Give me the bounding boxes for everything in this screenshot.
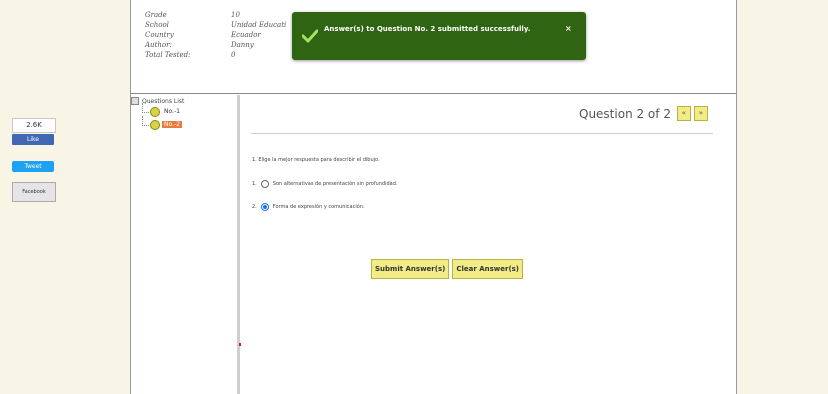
question-header: Question 2 of 2 « » (579, 106, 708, 121)
tree-item-question-2[interactable]: No.-2 (142, 116, 237, 131)
info-value: 10 (231, 11, 240, 19)
info-row-grade: Grade 10 (145, 10, 286, 20)
prev-question-button[interactable]: « (676, 106, 691, 121)
info-value: 0 (231, 51, 236, 59)
answer-option-2[interactable]: 2. Forma de expresión y comunicación. (252, 203, 365, 211)
status-dot-icon (150, 106, 160, 117)
option-number: 1. (252, 181, 257, 187)
info-row-school: School Unidad Educati (145, 20, 286, 30)
tree-item-question-1[interactable]: No.-1 (142, 103, 237, 118)
submit-answers-button[interactable]: Submit Answer(s) (371, 259, 450, 279)
facebook-like-count: 2.6K (12, 118, 56, 133)
question-text: 1. Elige la mejor respuesta para describ… (252, 157, 380, 163)
panel-divider[interactable] (237, 95, 240, 394)
option-text: Son alternativas de presentación sin pro… (272, 181, 398, 187)
header-divider (131, 93, 736, 94)
info-value: Danny (231, 41, 254, 49)
resize-marker (239, 343, 241, 346)
answer-radio-2[interactable] (260, 203, 269, 211)
quiz-panel: Grade 10 School Unidad Educati Country E… (130, 0, 737, 394)
option-number: 2. (252, 204, 257, 210)
clear-answers-button[interactable]: Clear Answer(s) (452, 259, 524, 279)
next-question-button[interactable]: » (693, 106, 708, 121)
info-label: Total Tested: (145, 51, 191, 59)
answer-radio-1[interactable] (260, 180, 269, 188)
tree-branch (142, 116, 149, 126)
social-share-panel: 2.6K Like Tweet Facebook (12, 118, 56, 202)
tree-branch (142, 103, 149, 113)
info-label: Country (145, 31, 174, 39)
info-value: Unidad Educati (231, 21, 287, 29)
status-dot-icon (150, 119, 160, 130)
success-toast: Answer(s) to Question No. 2 submitted su… (292, 12, 586, 60)
question-counter: Question 2 of 2 (579, 106, 671, 121)
info-label: School (145, 21, 169, 29)
info-row-country: Country Ecuador (145, 30, 286, 40)
quiz-info: Grade 10 School Unidad Educati Country E… (145, 10, 286, 60)
info-label: Grade (145, 11, 167, 19)
check-icon (301, 28, 319, 47)
tweet-button[interactable]: Tweet (12, 161, 54, 172)
facebook-share-button[interactable]: Facebook (12, 182, 56, 202)
toast-message: Answer(s) to Question No. 2 submitted su… (324, 25, 531, 33)
facebook-like-button[interactable]: Like (12, 134, 54, 145)
info-row-author: Author: Danny (145, 40, 286, 50)
info-value: Ecuador (231, 31, 261, 39)
answer-actions: Submit Answer(s) Clear Answer(s) (371, 259, 524, 279)
tree-item-label-selected[interactable]: No.-2 (162, 121, 182, 128)
tree-item-label[interactable]: No.-1 (162, 108, 182, 115)
info-row-total-tested: Total Tested: 0 (145, 50, 286, 60)
questions-tree: Questions List No.-1 No.-2 (131, 97, 237, 131)
question-divider (251, 133, 713, 134)
folder-icon (131, 97, 139, 105)
info-label: Author: (145, 41, 172, 49)
toast-close-button[interactable]: × (565, 24, 572, 33)
option-text: Forma de expresión y comunicación. (272, 204, 365, 210)
answer-option-1[interactable]: 1. Son alternativas de presentación sin … (252, 180, 398, 188)
